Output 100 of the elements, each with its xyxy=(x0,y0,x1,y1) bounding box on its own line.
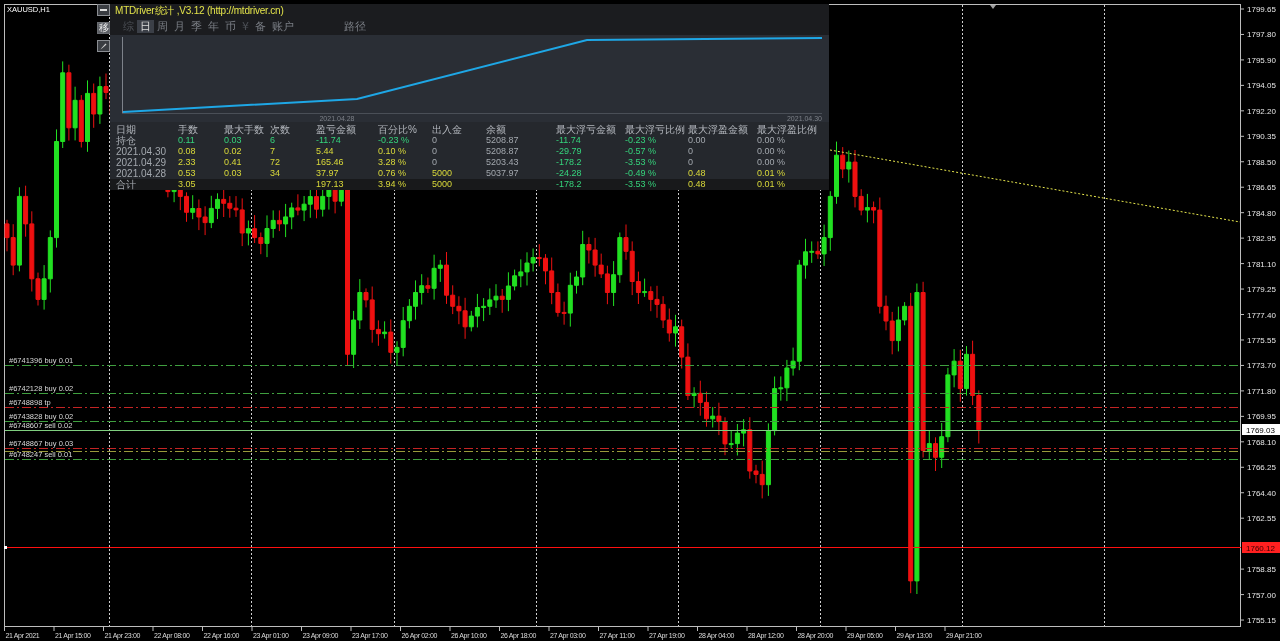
column-header: 次数 xyxy=(270,124,291,135)
table-cell-text: 0.01 % xyxy=(757,168,787,179)
panel-tab[interactable]: 路径 xyxy=(341,19,369,33)
table-cell-text: -29.79 xyxy=(556,146,583,157)
table-cell-text: 3.05 xyxy=(178,179,197,190)
table-cell-text: 165.46 xyxy=(316,157,345,168)
price-label: 1768.10 xyxy=(1247,437,1276,447)
panel-tab[interactable]: 月 xyxy=(171,19,188,33)
table-cell-text: 34 xyxy=(270,168,281,179)
table-cell-text: 5203.43 xyxy=(486,157,520,168)
price-label: 1779.25 xyxy=(1247,285,1276,295)
table-cell-text: 72 xyxy=(270,157,281,168)
table-cell-text: -178.2 xyxy=(556,179,583,190)
price-label: 1755.15 xyxy=(1247,616,1276,626)
table-cell-text: 2021.04.29 xyxy=(116,157,168,168)
price-label: 1784.80 xyxy=(1247,208,1276,218)
price-label: 1766.25 xyxy=(1247,463,1276,473)
table-cell-text: 0.76 % xyxy=(378,168,408,179)
price-label: 1782.95 xyxy=(1247,234,1276,244)
table-cell-text: 5208.87 xyxy=(486,135,520,146)
table-cell-text: 0.00 % xyxy=(757,146,787,157)
table-cell-text: 5000 xyxy=(432,179,454,190)
price-label: 1773.70 xyxy=(1247,361,1276,371)
table-cell-text: 0 xyxy=(432,157,438,168)
table-cell-text: 0 xyxy=(432,135,438,146)
column-header: 最大浮盈比例 xyxy=(757,124,818,135)
price-label: 1769.95 xyxy=(1247,412,1276,422)
table-cell-text: 0.48 xyxy=(688,168,707,179)
column-header: 最大浮亏比例 xyxy=(625,124,686,135)
price-label: 1777.40 xyxy=(1247,310,1276,320)
table-cell-text: -0.49 % xyxy=(625,168,658,179)
table-cell-text: 0 xyxy=(688,146,694,157)
table-cell-text: 5208.87 xyxy=(486,146,520,157)
panel-tab[interactable]: 日 xyxy=(137,19,154,33)
price-label: 1758.85 xyxy=(1247,565,1276,575)
price-label: 1764.40 xyxy=(1247,488,1276,498)
table-cell-text: -0.23 % xyxy=(625,135,658,146)
table-cell-text: 2021.04.30 xyxy=(116,146,168,157)
table-cell-text: 6 xyxy=(270,135,276,146)
panel-tab[interactable]: 备 xyxy=(252,19,269,33)
table-cell-text: 0.02 xyxy=(224,146,243,157)
table-cell-text: 0.53 xyxy=(178,168,197,179)
bid-price-tag: 1769.03 xyxy=(1242,424,1280,435)
tool-button[interactable] xyxy=(97,40,110,52)
price-label: 1790.35 xyxy=(1247,132,1276,142)
column-header: 百分比% xyxy=(378,124,418,135)
table-cell-text: 2021.04.28 xyxy=(116,168,168,179)
table-cell-text: 7 xyxy=(270,146,276,157)
price-label: 1794.05 xyxy=(1247,81,1276,91)
table-cell-text: 5000 xyxy=(432,168,454,179)
price-label: 1788.50 xyxy=(1247,157,1276,167)
panel-title: MTDriver统计 ,V3.12 (http://mtdriver.cn) xyxy=(114,4,285,17)
table-cell-text: 持仓 xyxy=(116,135,137,146)
table-cell-text: 0.08 xyxy=(178,146,197,157)
column-header: 手数 xyxy=(178,124,199,135)
table-cell-text: 0.48 xyxy=(688,179,707,190)
price-label: 1797.80 xyxy=(1247,30,1276,40)
panel-tab[interactable]: 季 xyxy=(188,19,205,33)
panel-tab[interactable]: 年 xyxy=(205,19,222,33)
minimize-button[interactable] xyxy=(97,4,110,16)
table-cell-text: 0.00 % xyxy=(757,135,787,146)
price-label: 1781.10 xyxy=(1247,259,1276,269)
table-cell-text: 0.01 % xyxy=(757,179,787,190)
panel-tab[interactable]: 账户 xyxy=(269,19,297,33)
table-cell-text: -11.74 xyxy=(556,135,582,146)
table-cell-text: 3.28 % xyxy=(378,157,408,168)
table-cell-text: -0.23 % xyxy=(378,135,411,146)
price-label: 1786.65 xyxy=(1247,183,1276,193)
column-header: 出入金 xyxy=(432,124,463,135)
panel-tab[interactable]: 币 xyxy=(222,19,239,33)
column-header: 盈亏金额 xyxy=(316,124,357,135)
shift-marker-icon[interactable] xyxy=(990,5,996,9)
table-cell-text: 0.00 % xyxy=(757,157,787,168)
table-cell-text: 0 xyxy=(688,157,694,168)
price-label: 1757.00 xyxy=(1247,590,1276,600)
price-label: 1775.55 xyxy=(1247,336,1276,345)
table-cell-text: 5037.97 xyxy=(486,168,520,179)
price-label: 1795.90 xyxy=(1247,55,1276,65)
table-cell-text: 0.10 % xyxy=(378,146,408,157)
table-cell-text: -3.53 % xyxy=(625,157,658,168)
column-header: 最大浮盈金额 xyxy=(688,124,749,135)
table-cell-text: 0 xyxy=(432,146,438,157)
column-header: 最大手数 xyxy=(224,124,265,135)
table-cell-text: -0.57 % xyxy=(625,146,658,157)
column-header: 最大浮亏金额 xyxy=(556,124,617,135)
table-cell-text: 5.44 xyxy=(316,146,335,157)
table-cell-text: 37.97 xyxy=(316,168,340,179)
panel-tab[interactable]: 周 xyxy=(154,19,171,33)
table-cell-text: 合计 xyxy=(116,179,137,190)
move-button[interactable]: 移 xyxy=(97,22,110,34)
table-cell-text: -11.74 xyxy=(316,135,342,146)
table-cell-text: 0.00 xyxy=(688,135,707,146)
price-label: 1792.20 xyxy=(1247,106,1276,116)
price-label: 1762.55 xyxy=(1247,514,1276,524)
price-label: 1771.80 xyxy=(1247,386,1276,396)
table-cell-text: 0.03 xyxy=(224,168,243,179)
table-cell-text: 0.41 xyxy=(224,157,243,168)
table-cell-text: 0.03 xyxy=(224,135,243,146)
table-cell-text: 2.33 xyxy=(178,157,197,168)
price-label: 1799.65 xyxy=(1247,5,1276,14)
